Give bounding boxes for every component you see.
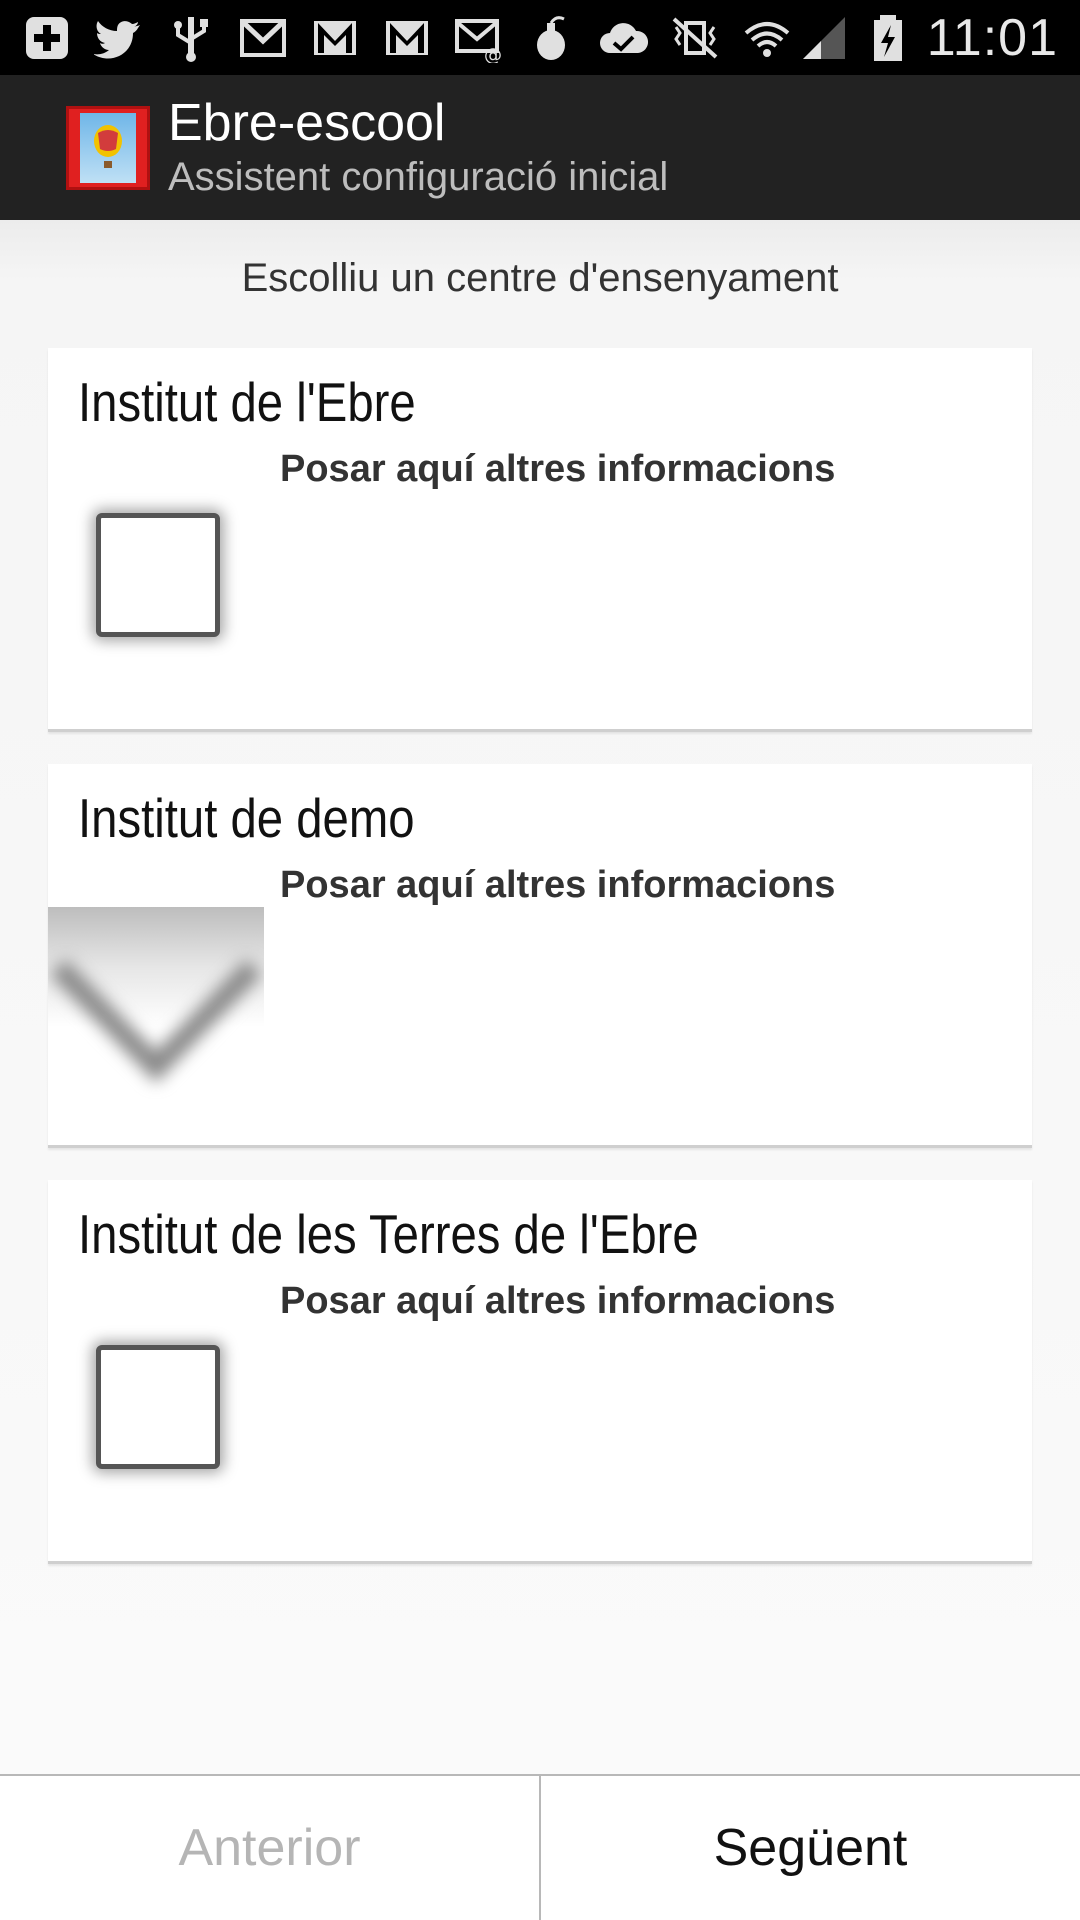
email-icon: @ — [454, 13, 504, 63]
school-card-institut-demo[interactable]: Institut de demo Posar aquí altres infor… — [48, 764, 1032, 1148]
app-title: Ebre-escool — [168, 93, 446, 152]
previous-button[interactable]: Anterior — [0, 1776, 541, 1920]
status-right: 11:01 — [799, 8, 1058, 68]
school-info: Posar aquí altres informacions — [280, 1280, 836, 1322]
notification-icons: @ — [22, 13, 799, 63]
school-card-institut-terres-ebre[interactable]: Institut de les Terres de l'Ebre Posar a… — [48, 1180, 1032, 1564]
bomb-icon — [526, 13, 576, 63]
battery-charging-icon — [863, 13, 913, 63]
wifi-icon — [742, 13, 792, 63]
cloud-check-icon — [598, 13, 648, 63]
next-button[interactable]: Següent — [541, 1776, 1080, 1920]
school-name: Institut de l'Ebre — [78, 371, 416, 433]
school-name: Institut de demo — [78, 787, 415, 849]
school-name: Institut de les Terres de l'Ebre — [78, 1203, 699, 1265]
page-prompt: Escolliu un centre d'ensenyament — [241, 256, 839, 300]
vibrate-icon — [670, 13, 720, 63]
clock: 11:01 — [926, 8, 1058, 67]
twitter-icon — [94, 13, 144, 63]
usb-icon — [166, 13, 216, 63]
gmail-icon — [238, 13, 288, 63]
balloon-icon — [80, 112, 136, 183]
app-logo-icon[interactable] — [66, 105, 150, 190]
add-icon — [22, 13, 72, 63]
gmail-icon — [382, 13, 432, 63]
gmail-icon — [310, 13, 360, 63]
signal-icon — [799, 13, 849, 63]
school-checkbox[interactable] — [96, 1345, 220, 1469]
status-bar: @ 11:01 — [0, 0, 1080, 75]
school-checkbox[interactable] — [96, 513, 220, 637]
app-subtitle: Assistent configuració inicial — [168, 154, 669, 199]
content-area: Escolliu un centre d'ensenyament Institu… — [0, 220, 1080, 1775]
action-bar-titles: Ebre-escool Assistent configuració inici… — [168, 94, 668, 202]
wizard-navigation: Anterior Següent — [0, 1774, 1080, 1920]
school-card-institut-ebre[interactable]: Institut de l'Ebre Posar aquí altres inf… — [48, 348, 1032, 732]
school-info: Posar aquí altres informacions — [280, 864, 836, 906]
dropdown-arrow-icon[interactable] — [48, 907, 264, 1107]
svg-text:@: @ — [484, 45, 502, 63]
action-bar: Ebre-escool Assistent configuració inici… — [0, 75, 1080, 220]
school-info: Posar aquí altres informacions — [280, 448, 836, 490]
